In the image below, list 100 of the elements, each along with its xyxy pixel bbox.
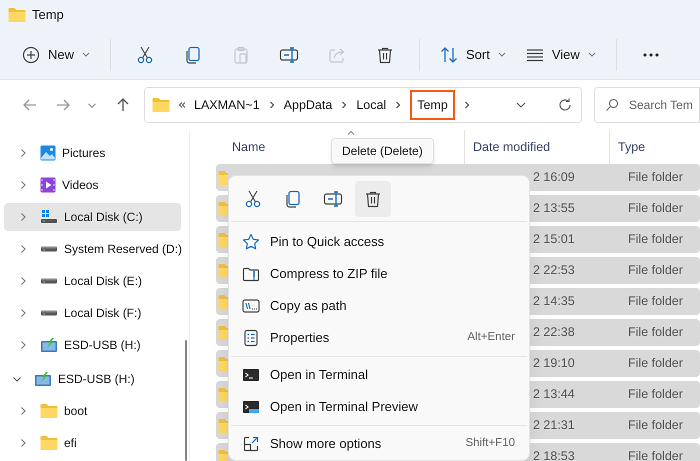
date-cell-text: 2 19:10	[533, 355, 576, 372]
nav-item[interactable]: ESD-USB (H:)	[4, 365, 181, 393]
menu-item[interactable]: Copy as path	[229, 290, 529, 322]
chevron-right-icon	[340, 101, 348, 109]
video-icon	[40, 177, 56, 193]
path-icon	[242, 297, 260, 315]
type-cell-text: File folder	[628, 448, 683, 461]
folder-icon	[218, 170, 228, 186]
type-cell-text: File folder	[628, 417, 683, 434]
chevron-right-icon	[18, 148, 28, 158]
usb-drive-icon	[34, 371, 52, 387]
breadcrumb[interactable]: AppData	[284, 96, 332, 114]
cut-icon	[136, 46, 154, 64]
nav-item[interactable]: ESD-USB (H:)	[4, 331, 181, 359]
menu-item[interactable]: Show more options Shift+F10	[229, 428, 529, 460]
windows-drive-icon	[40, 209, 58, 225]
breadcrumb[interactable]: Temp	[410, 90, 455, 120]
type-cell-text: File folder	[628, 293, 683, 310]
folder-icon	[218, 294, 228, 310]
menu-item[interactable]: Open in Terminal Preview	[229, 391, 529, 423]
delete-button[interactable]	[355, 180, 391, 216]
chevron-down-icon	[88, 102, 96, 108]
chevron-right-icon	[268, 101, 276, 109]
share-icon	[328, 46, 346, 64]
nav-item[interactable]: boot	[4, 397, 181, 425]
chevron-right-icon	[18, 276, 28, 286]
folder-icon	[218, 324, 228, 340]
zip-folder-icon	[242, 265, 260, 283]
pictures-icon	[40, 145, 56, 161]
copy-icon	[184, 46, 202, 64]
folder-icon	[218, 200, 228, 216]
column-header[interactable]: Type	[618, 138, 646, 156]
column-header[interactable]: Name	[232, 138, 266, 156]
date-cell-text: 2 21:31	[533, 417, 576, 434]
folder-icon	[218, 448, 228, 461]
date-cell-text: 2 13:55	[533, 200, 576, 218]
cut-icon	[244, 190, 262, 208]
new-button[interactable]: New	[12, 36, 100, 72]
shortcut-label: Alt+Enter	[467, 330, 515, 346]
date-cell-text: 2 15:01	[533, 231, 576, 248]
breadcrumb[interactable]: LAXMAN~1	[194, 96, 260, 114]
clipboard-icon	[232, 46, 250, 64]
drive-icon	[40, 246, 58, 252]
type-cell-text: File folder	[628, 324, 683, 342]
date-cell-text: 2 16:09	[533, 169, 576, 186]
type-cell-text: File folder	[628, 355, 683, 372]
menu-item[interactable]: Open in Terminal	[229, 359, 529, 391]
type-cell-text: File folder	[628, 200, 683, 218]
menu-item[interactable]: Compress to ZIP file	[229, 258, 529, 290]
folder-icon	[8, 7, 26, 23]
folder-icon	[218, 418, 228, 434]
refresh-icon	[557, 97, 573, 113]
address-field[interactable]: LAXMAN~1 AppData Local Temp	[144, 87, 582, 123]
folder-icon	[218, 386, 228, 402]
drive-icon	[40, 310, 58, 316]
trash-icon	[376, 46, 394, 64]
nav-item[interactable]: Local Disk (F:)	[4, 299, 181, 327]
type-cell-text: File folder	[628, 231, 683, 248]
chevron-right-icon	[462, 101, 471, 109]
date-cell-text: 2 13:44	[533, 386, 576, 404]
nav-item[interactable]: Videos	[4, 171, 181, 199]
folder-icon	[218, 232, 228, 248]
rename-icon	[323, 190, 343, 208]
column-header[interactable]: Date modified	[473, 138, 550, 156]
search-field[interactable]: Search Tem	[594, 87, 700, 123]
sort-icon	[440, 46, 458, 64]
properties-icon	[242, 329, 260, 347]
type-cell-text: File folder	[628, 262, 683, 280]
date-cell-text: 2 22:38	[533, 324, 576, 342]
chevron-right-icon	[18, 244, 28, 254]
nav-item[interactable]: efi	[4, 429, 181, 457]
chevron-right-icon	[18, 180, 28, 190]
shortcut-label: Shift+F10	[465, 436, 515, 452]
tooltip: Delete (Delete)	[331, 138, 434, 164]
type-cell-text: File folder	[628, 169, 683, 186]
menu-item[interactable]: Properties Alt+Enter	[229, 322, 529, 354]
chevron-right-icon	[18, 340, 28, 350]
folder-icon	[40, 403, 58, 419]
sort-button[interactable]: Sort	[430, 36, 516, 72]
nav-item[interactable]: Local Disk (E:)	[4, 267, 181, 295]
breadcrumb[interactable]: Local	[356, 96, 386, 114]
nav-item[interactable]: Pictures	[4, 139, 181, 167]
folder-icon	[218, 356, 228, 372]
date-cell-text: 2 22:53	[533, 262, 576, 280]
scrollbar-thumb[interactable]	[185, 340, 187, 461]
menu-item[interactable]: Pin to Quick access	[229, 226, 529, 258]
rename-icon	[279, 46, 300, 64]
nav-item[interactable]: System Reserved (D:)	[4, 235, 181, 263]
type-cell-text: File folder	[628, 386, 683, 404]
nav-item[interactable]: Local Disk (C:)	[4, 203, 181, 231]
folder-icon	[218, 262, 228, 278]
open-external-icon	[242, 435, 260, 453]
view-button[interactable]: View	[516, 36, 606, 72]
window-title: Temp	[32, 6, 64, 24]
date-cell-text: 2 18:53	[533, 448, 576, 461]
usb-drive-icon	[40, 337, 58, 353]
chevron-right-icon	[18, 406, 28, 416]
drive-icon	[40, 278, 58, 284]
chevron-right-icon	[18, 308, 28, 318]
terminal-icon	[242, 398, 260, 416]
